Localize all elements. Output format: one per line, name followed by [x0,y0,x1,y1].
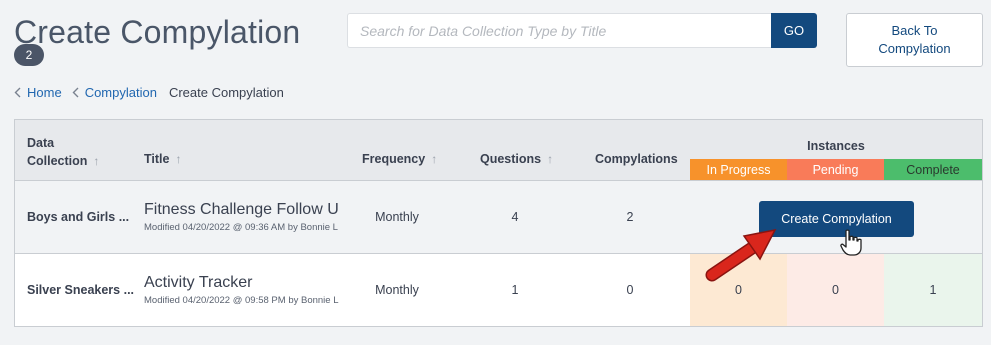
sort-arrow-icon: ↑ [431,152,438,166]
column-header-title[interactable]: Title ↑ [144,152,181,166]
page-title: Create Compylation [14,14,301,50]
back-to-compylation-button[interactable]: Back To Compylation [846,13,983,67]
data-collection-table: Data Collection ↑ Title ↑ Frequency ↑ Quest… [14,119,983,327]
sort-arrow-icon: ↑ [93,154,100,168]
breadcrumb-compylation-link[interactable]: Compylation [85,85,157,100]
compylations-cell: 0 [626,283,634,297]
search-input[interactable] [347,13,771,48]
breadcrumb-current: Create Compylation [168,85,284,100]
chevron-left-icon [72,87,79,98]
row-title: Fitness Challenge Follow Up [144,201,339,218]
count-badge: 2 [14,44,44,66]
data-collection-cell: Boys and Girls ... [27,210,130,224]
row-title: Activity Tracker [144,274,253,291]
questions-cell: 1 [511,283,519,297]
sort-arrow-icon: ↑ [547,152,554,166]
column-header-frequency[interactable]: Frequency ↑ [362,152,437,166]
instances-in-progress-header: In Progress [690,159,787,180]
breadcrumb: Home Compylation Create Compylation [14,85,284,100]
go-button[interactable]: GO [771,13,817,48]
search-bar: GO [347,13,817,48]
table-header: Data Collection ↑ Title ↑ Frequency ↑ Quest… [15,120,982,181]
instances-complete-header: Complete [884,159,982,180]
questions-cell: 4 [511,210,519,224]
row-modified: Modified 04/20/2022 @ 09:58 PM by Bonnie… [144,295,339,306]
table-row: Boys and Girls ... Fitness Challenge Fol… [15,181,982,254]
compylations-cell: 2 [626,210,634,224]
pending-cell: 0 [787,254,884,326]
title-cell: Activity Tracker Modified 04/20/2022 @ 0… [144,254,339,326]
breadcrumb-home-link[interactable]: Home [27,85,62,100]
complete-cell: 1 [884,254,982,326]
sort-arrow-icon: ↑ [175,152,182,166]
red-arrow-annotation [705,228,777,282]
title-cell: Fitness Challenge Follow Up Modified 04/… [144,181,339,253]
frequency-cell: Monthly [375,210,419,224]
column-header-questions[interactable]: Questions ↑ [480,152,553,166]
chevron-left-icon [14,87,21,98]
instances-pending-header: Pending [787,159,884,180]
column-header-data-collection[interactable]: Data Collection ↑ [27,134,99,170]
table-row: Silver Sneakers ... Activity Tracker Mod… [15,254,982,327]
row-modified: Modified 04/20/2022 @ 09:36 AM by Bonnie… [144,222,338,233]
column-header-instances: Instances [807,139,865,153]
column-header-compylations: Compylations [595,152,678,166]
hand-cursor-icon [840,229,862,256]
frequency-cell: Monthly [375,283,419,297]
data-collection-cell: Silver Sneakers ... [27,283,135,297]
